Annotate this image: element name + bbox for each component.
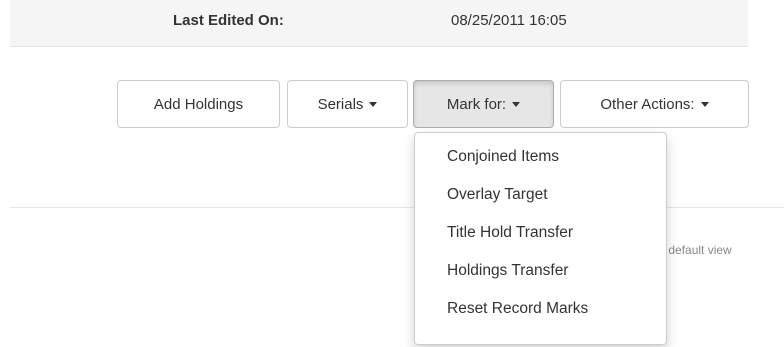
serials-button[interactable]: Serials (287, 80, 408, 128)
last-edited-row: Last Edited On: 08/25/2011 16:05 (10, 0, 748, 47)
add-holdings-button[interactable]: Add Holdings (117, 80, 280, 128)
menu-item-title-hold-transfer[interactable]: Title Hold Transfer (415, 214, 666, 252)
caret-down-icon (700, 101, 709, 107)
menu-item-conjoined-items[interactable]: Conjoined Items (415, 138, 666, 176)
mark-for-label: Mark for: (446, 95, 507, 113)
menu-item-overlay-target[interactable]: Overlay Target (415, 176, 666, 214)
last-edited-value: 08/25/2011 16:05 (451, 12, 567, 29)
serials-label: Serials (317, 95, 364, 113)
other-actions-button[interactable]: Other Actions: (560, 80, 749, 128)
mark-for-button[interactable]: Mark for: (413, 80, 554, 128)
menu-item-reset-record-marks[interactable]: Reset Record Marks (415, 290, 666, 328)
caret-down-icon (512, 101, 521, 107)
record-summary-page: Last Edited On: 08/25/2011 16:05 Add Hol… (0, 0, 784, 347)
mark-for-dropdown-menu: Conjoined Items Overlay Target Title Hol… (414, 132, 667, 345)
section-divider (10, 207, 784, 208)
other-actions-label: Other Actions: (600, 95, 695, 113)
last-edited-label: Last Edited On: (173, 12, 284, 29)
menu-item-holdings-transfer[interactable]: Holdings Transfer (415, 252, 666, 290)
add-holdings-label: Add Holdings (153, 95, 244, 113)
caret-down-icon (369, 101, 378, 107)
